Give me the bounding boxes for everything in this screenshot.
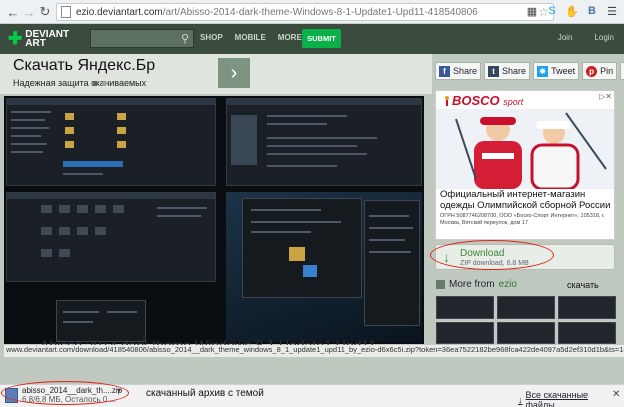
more-from-user-link[interactable]: ezio xyxy=(499,279,517,290)
more-from-thumbnails xyxy=(436,296,616,344)
bosco-brand: BOSCO xyxy=(452,93,500,108)
explorer-window-1 xyxy=(6,98,216,186)
bosco-logo: BOSCO sport xyxy=(452,93,523,108)
tumblr-icon: t xyxy=(488,65,500,77)
deviation-image[interactable] xyxy=(4,96,424,344)
facebook-icon: f xyxy=(439,65,450,77)
url-host: ezio.deviantart.com xyxy=(76,6,163,18)
login-link[interactable]: Login xyxy=(594,33,614,42)
nav-more[interactable]: MORE xyxy=(278,33,302,42)
tumblr-share-label: Share xyxy=(502,66,527,76)
yandex-ad[interactable]: Скачать Яндекс.Бр Надежная защита скачив… xyxy=(0,54,432,94)
deviantart-logo-icon: ✚ xyxy=(8,29,23,48)
more-thumbnail[interactable] xyxy=(497,321,555,344)
more-thumbnail[interactable] xyxy=(436,296,494,319)
ad-carousel-dots xyxy=(93,81,107,86)
ad-title: Скачать Яндекс.Бр xyxy=(13,57,156,74)
show-all-downloads-link[interactable]: ↓ Все скачанные файлы... xyxy=(518,390,624,407)
menu-icon[interactable]: ☰ xyxy=(604,3,620,19)
pinterest-share-button[interactable]: p Pin xyxy=(582,62,618,80)
site-header: ✚ DEVIANT ART ⚲ SHOP MOBILE MORE SUBMIT J… xyxy=(0,24,624,54)
download-annotation-note: скачать xyxy=(567,280,599,290)
more-from-prefix: More from xyxy=(449,279,495,290)
reload-icon[interactable]: ↻ xyxy=(36,3,54,21)
explorer-window-2 xyxy=(6,192,216,282)
address-bar[interactable]: ezio.deviantart.com/art/Abisso-2014-dark… xyxy=(56,3,554,21)
share-more-dropdown[interactable]: ▾ xyxy=(620,62,624,80)
show-all-downloads-label: Все скачанные файлы... xyxy=(525,390,589,407)
page-icon xyxy=(61,6,71,18)
close-icon[interactable]: ✕ xyxy=(612,389,620,400)
download-arrow-small-icon: ↓ xyxy=(518,395,523,405)
join-link[interactable]: Join xyxy=(558,33,573,42)
search-input[interactable]: ⚲ xyxy=(90,29,194,48)
status-bar-url: www.deviantart.com/download/418540806/ab… xyxy=(4,345,624,357)
pinterest-share-label: Pin xyxy=(600,66,614,76)
olympic-torch-icon xyxy=(445,96,449,106)
skiers-photo xyxy=(436,109,614,189)
file-annotation-ring xyxy=(1,381,129,405)
pinterest-icon: p xyxy=(586,65,598,77)
properties-dialog xyxy=(242,198,362,298)
search-icon[interactable]: ⚲ xyxy=(181,32,189,45)
more-thumbnail[interactable] xyxy=(436,321,494,344)
facebook-share-button[interactable]: f Share xyxy=(435,62,482,80)
ad-subtitle: Надежная защита скачиваемых xyxy=(13,78,147,88)
twitter-icon: ✵ xyxy=(537,65,549,77)
user-avatar[interactable] xyxy=(436,280,445,289)
logo-line2: ART xyxy=(25,38,46,49)
banner-text: Официальный интернет-магазин одежды Олим… xyxy=(440,189,611,211)
vk-icon[interactable]: B xyxy=(584,3,600,19)
ad-close-icon[interactable]: ▷✕ xyxy=(599,92,612,101)
submit-button[interactable]: SUBMIT xyxy=(302,29,341,48)
more-from-header: More from ezio xyxy=(436,279,517,290)
file-list-panel xyxy=(364,200,420,326)
more-thumbnail[interactable] xyxy=(558,296,616,319)
bosco-sport: sport xyxy=(503,97,524,107)
twitter-share-label: Tweet xyxy=(551,66,576,76)
ad-next-arrow-icon[interactable]: › xyxy=(218,58,250,88)
deviantart-logo[interactable]: ✚ DEVIANT ART xyxy=(8,29,88,49)
bosco-banner-ad[interactable]: BOSCO sport ▷✕ Официальный интернет-мага… xyxy=(435,90,615,240)
extension-icon[interactable]: ▦ xyxy=(524,3,540,19)
facebook-share-label: Share xyxy=(453,66,478,76)
more-thumbnail[interactable] xyxy=(558,321,616,344)
nav-mobile[interactable]: MOBILE xyxy=(235,33,266,42)
download-annotation-ring xyxy=(430,240,554,270)
twitter-share-button[interactable]: ✵ Tweet xyxy=(533,62,580,80)
hand-icon[interactable]: ✋ xyxy=(564,3,580,19)
browser-toolbar: ← → ↻ ezio.deviantart.com/art/Abisso-201… xyxy=(0,0,624,24)
archive-annotation-note: скачанный архив с темой xyxy=(146,388,264,399)
start-menu-preview xyxy=(56,300,146,342)
system-window xyxy=(226,98,422,186)
banner-legal: ОГРН 5087746208700, ООО «Боско-Спорт Инт… xyxy=(440,213,605,226)
url-path: /art/Abisso-2014-dark-theme-Windows-8-1-… xyxy=(162,6,478,18)
more-thumbnail[interactable] xyxy=(497,296,555,319)
tumblr-share-button[interactable]: t Share xyxy=(484,62,531,80)
share-buttons: fShare tShare ✵Tweet pPin ▾ xyxy=(435,62,624,80)
nav-shop[interactable]: SHOP xyxy=(200,33,223,42)
skype-icon[interactable]: S xyxy=(544,3,560,19)
